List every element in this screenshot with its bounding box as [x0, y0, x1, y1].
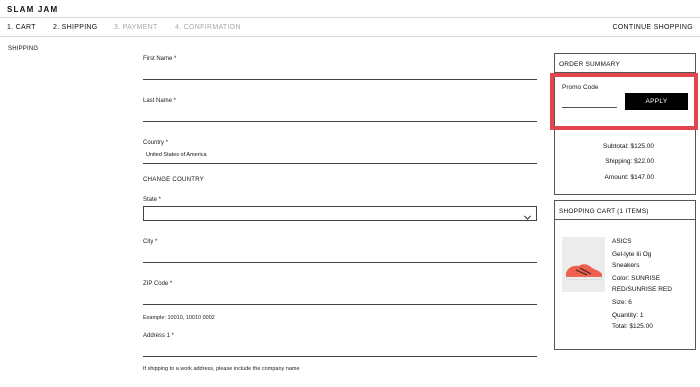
- first-name-input[interactable]: [143, 79, 537, 80]
- apply-button[interactable]: APPLY: [625, 93, 688, 110]
- product-brand[interactable]: ASICS: [612, 236, 694, 247]
- address1-input[interactable]: [143, 356, 537, 357]
- section-title: SHIPPING: [8, 46, 39, 52]
- step-confirmation: 4. CONFIRMATION: [175, 24, 241, 31]
- city-input[interactable]: [143, 262, 537, 263]
- last-name-label: Last Name *: [143, 98, 177, 104]
- country-label: Country *: [143, 140, 169, 146]
- brand-logo[interactable]: SLAM JAM: [7, 5, 58, 14]
- shipping-text: Shipping: $22.00: [605, 158, 654, 165]
- first-name-label: First Name *: [143, 56, 177, 62]
- product-name-line2: Sneakers: [612, 262, 640, 269]
- promo-code-input[interactable]: [562, 107, 617, 108]
- step-payment: 3. PAYMENT: [114, 24, 158, 31]
- shopping-cart-panel: SHOPPING CART (1 ITEMS) ASICS Gel-lyte I…: [554, 200, 696, 350]
- divider: [555, 219, 695, 220]
- product-size: Size: 6: [612, 299, 632, 306]
- state-label: State *: [143, 197, 162, 203]
- amount-text: Amount: $147.00: [604, 174, 654, 181]
- shopping-cart-title: SHOPPING CART (1 ITEMS): [559, 208, 649, 215]
- promo-code-highlight: Promo Code APPLY: [550, 73, 698, 130]
- state-select[interactable]: [143, 206, 537, 221]
- promo-code-label: Promo Code: [562, 84, 599, 91]
- zip-example: Example: 10010, 10010 0002: [143, 315, 215, 321]
- address1-label: Address 1 *: [143, 333, 175, 339]
- product-color: Color: SUNRISE: [612, 275, 661, 282]
- product-color-line2: RED/SUNRISE RED: [612, 286, 672, 293]
- product-total: Total: $125.00: [612, 323, 653, 330]
- last-name-input[interactable]: [143, 121, 537, 122]
- order-summary-title: ORDER SUMMARY: [559, 61, 620, 68]
- country-field: [143, 163, 537, 164]
- zip-input[interactable]: [143, 304, 537, 305]
- product-name[interactable]: Gel-lyte Iii Og: [612, 249, 694, 260]
- change-country-link[interactable]: CHANGE COUNTRY: [143, 177, 204, 183]
- product-image[interactable]: [562, 237, 605, 292]
- step-cart[interactable]: 1. CART: [7, 24, 36, 31]
- checkout-steps: 1. CART 2. SHIPPING 3. PAYMENT 4. CONFIR…: [0, 17, 700, 37]
- subtotal-text: Subtotal: $125.00: [603, 143, 654, 150]
- continue-shopping-link[interactable]: CONTINUE SHOPPING: [612, 24, 693, 31]
- step-shipping[interactable]: 2. SHIPPING: [53, 24, 98, 31]
- cart-item-details: ASICS Gel-lyte Iii Og Sneakers Color: SU…: [612, 236, 694, 332]
- product-quantity: Quantity: 1: [612, 312, 644, 319]
- country-value: United States of America: [146, 152, 207, 158]
- zip-label: ZIP Code *: [143, 281, 173, 287]
- address-hint: If shipping to a work address, please in…: [143, 366, 300, 372]
- city-label: City *: [143, 239, 158, 245]
- sneaker-icon: [565, 264, 603, 280]
- chevron-down-icon: [523, 209, 532, 227]
